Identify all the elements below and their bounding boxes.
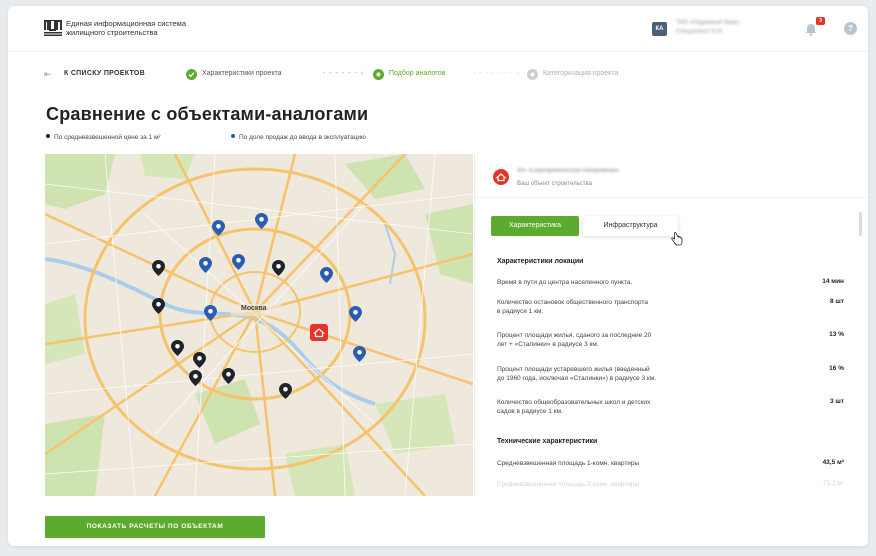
section-location: Характеристики локации xyxy=(497,258,584,265)
map-pin-dark[interactable] xyxy=(193,352,206,368)
app-header: Единая информационная система жилищного … xyxy=(8,6,868,52)
tech-row-label: Средневзвешенная площадь 2-комн. квартир… xyxy=(497,480,737,489)
object-details-panel: ЖК «Серебряническая набережная» Ваш объе… xyxy=(474,154,868,496)
row-label-line: садов в радиусе 1 км. xyxy=(497,408,563,415)
row-label-line: лет + «Сталинки» в радиусе 3 км. xyxy=(497,341,599,348)
row-label-line: Количество общеобразовательных школ и де… xyxy=(497,399,651,406)
row-label-line: Количество остановок общественного транс… xyxy=(497,299,649,306)
map-pin-blue[interactable] xyxy=(232,254,245,270)
map-pin-blue[interactable] xyxy=(353,346,366,362)
location-row-label: Количество остановок общественного транс… xyxy=(497,298,737,316)
location-row-label: Количество общеобразовательных школ и де… xyxy=(497,398,737,416)
row-label-line: Средневзвешенная площадь 1-комн. квартир… xyxy=(497,460,640,467)
own-object-header: ЖК «Серебряническая набережная» Ваш объе… xyxy=(475,154,868,198)
row-label-line: в радиусе 1 км. xyxy=(497,308,544,315)
step2-label[interactable]: Подбор аналогов xyxy=(389,67,445,81)
step-connector: - - - - - - - › xyxy=(473,70,521,77)
legend-sales-label: По доле продаж до ввода в эксплуатацию xyxy=(239,134,366,141)
map-background xyxy=(45,154,473,496)
map-pin-blue[interactable] xyxy=(199,257,212,273)
house-icon xyxy=(493,169,509,185)
step1-done-icon xyxy=(186,68,197,80)
tab-characteristics[interactable]: Характеристика xyxy=(491,216,579,236)
dark-dot-icon xyxy=(46,134,50,138)
system-name: Единая информационная система жилищного … xyxy=(66,19,186,37)
map-pin-blue[interactable] xyxy=(212,220,225,236)
eisghs-logo-icon[interactable] xyxy=(44,20,62,36)
map-pin-dark[interactable] xyxy=(272,260,285,276)
main-card: Единая информационная система жилищного … xyxy=(8,6,868,546)
row-label-line: Время в пути до центра населенного пункт… xyxy=(497,279,633,286)
step-connector: - - - - - - › xyxy=(323,70,364,77)
blue-dot-icon xyxy=(231,134,235,138)
user-org-info[interactable]: ТКО «Надежный банк» Специалист О.Н. xyxy=(676,19,740,37)
section-technical: Технические характеристики xyxy=(497,438,598,445)
hand-cursor-icon xyxy=(671,232,683,246)
map-legend: По средневзвешенной цене за 1 м² По доле… xyxy=(46,134,446,144)
map-pin-dark[interactable] xyxy=(152,260,165,276)
own-object-pin-icon[interactable] xyxy=(310,324,328,342)
panel-scrollbar[interactable] xyxy=(859,212,862,236)
row-label-line: Средневзвешенная площадь 2-комн. квартир… xyxy=(497,481,640,488)
step2-current-icon xyxy=(373,68,384,80)
location-row-value: 8 шт xyxy=(829,298,844,305)
tab-infrastructure[interactable]: Инфраструктура xyxy=(583,216,678,236)
user-avatar[interactable]: КА xyxy=(652,22,667,36)
back-to-projects-link[interactable]: К СПИСКУ ПРОЕКТОВ xyxy=(64,67,145,81)
location-row-value: 14 мин xyxy=(822,278,844,285)
map-pin-dark[interactable] xyxy=(222,368,235,384)
location-row-label: Время в пути до центра населенного пункт… xyxy=(497,278,737,287)
analogs-map[interactable]: Москва xyxy=(45,154,473,496)
map-pin-dark[interactable] xyxy=(152,298,165,314)
step3-label[interactable]: Категоризация проекта xyxy=(543,67,618,81)
location-row-value: 13 % xyxy=(829,331,844,338)
row-label-line: Процент площади устаревшего жилья (введе… xyxy=(497,366,650,373)
show-calculations-button[interactable]: ПОКАЗАТЬ РАСЧЕТЫ ПО ОБЪЕКТАМ xyxy=(45,516,265,538)
location-row-label: Процент площади жилья, сданого за послед… xyxy=(497,331,737,349)
map-pin-blue[interactable] xyxy=(255,213,268,229)
map-city-label: Москва xyxy=(241,305,267,312)
map-pin-dark[interactable] xyxy=(189,370,202,386)
tech-row-value: 43,5 м² xyxy=(822,459,844,466)
location-row-label: Процент площади устаревшего жилья (введе… xyxy=(497,365,737,383)
system-name-line1: Единая информационная система xyxy=(66,19,186,28)
legend-item-price[interactable]: По средневзвешенной цене за 1 м² xyxy=(46,134,161,141)
tech-row-label: Средневзвешенная площадь 1-комн. квартир… xyxy=(497,459,737,468)
map-pin-blue[interactable] xyxy=(320,267,333,283)
own-object-name: ЖК «Серебряническая набережная» xyxy=(517,168,620,174)
row-label-line: Процент площади жилья, сданого за послед… xyxy=(497,332,652,339)
map-pin-blue[interactable] xyxy=(204,305,217,321)
wizard-steps: ⇤ К СПИСКУ ПРОЕКТОВ Характеристики проек… xyxy=(44,67,684,81)
panel-tabs: Характеристика Инфраструктура xyxy=(491,216,691,236)
org-name: ТКО «Надежный банк» xyxy=(676,20,740,26)
map-pin-dark[interactable] xyxy=(171,340,184,356)
notifications-badge: 3 xyxy=(816,17,825,25)
step3-pending-icon xyxy=(527,68,538,80)
own-object-subtitle: Ваш объект строительства xyxy=(517,181,593,187)
help-button[interactable]: ? xyxy=(844,22,857,35)
location-row-value: 16 % xyxy=(829,365,844,372)
step1-label[interactable]: Характеристики проекта xyxy=(202,67,281,81)
legend-item-sales[interactable]: По доле продаж до ввода в эксплуатацию xyxy=(231,134,366,141)
location-row-value: 3 шт xyxy=(829,398,844,405)
page-title: Сравнение с объектами-аналогами xyxy=(46,104,369,124)
user-role: Специалист О.Н. xyxy=(676,29,724,35)
map-pin-blue[interactable] xyxy=(349,306,362,322)
bell-icon[interactable] xyxy=(805,23,817,36)
tech-row-value: 71,2 м² xyxy=(822,480,844,487)
system-name-line2: жилищного строительства xyxy=(66,28,158,37)
map-pin-dark[interactable] xyxy=(279,383,292,399)
back-arrow-icon[interactable]: ⇤ xyxy=(44,67,52,81)
legend-price-label: По средневзвешенной цене за 1 м² xyxy=(54,134,161,141)
row-label-line: до 1960 года, исключая «Сталинки») в рад… xyxy=(497,375,657,382)
